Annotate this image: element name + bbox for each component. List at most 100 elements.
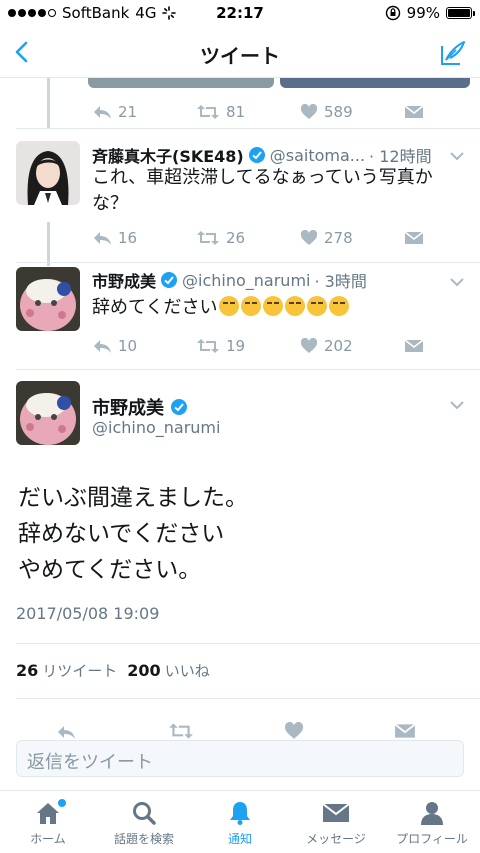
reply-button[interactable]: 10: [92, 337, 196, 355]
envelope-icon: [322, 803, 350, 822]
retweet-icon[interactable]: [168, 722, 194, 740]
media-image[interactable]: [280, 78, 470, 88]
envelope-icon: [404, 231, 424, 244]
tab-label: ホーム: [30, 832, 66, 846]
tweet-header: 斉藤真木子(SKE48) @saitoma... · 12時間: [92, 143, 444, 167]
tweet-stats: 26 リツイート 200 いいね: [16, 660, 210, 681]
retweet-total: 26: [16, 661, 39, 680]
previous-tweet-media: [88, 78, 470, 88]
reply-count: 10: [118, 337, 138, 355]
like-button[interactable]: 278: [300, 229, 404, 247]
heart-icon: [300, 104, 318, 119]
author-handle[interactable]: @ichino_narumi: [92, 418, 220, 437]
verified-icon: [161, 272, 178, 288]
tab-notifications[interactable]: 通知: [192, 791, 288, 853]
reply-icon: [94, 106, 111, 119]
tweet-time: · 12時間: [369, 147, 432, 166]
chevron-down-icon[interactable]: [448, 396, 466, 414]
retweet-label: リツイート: [42, 662, 118, 680]
tweet-text-body: 辞めてください: [92, 297, 218, 318]
like-label: いいね: [164, 662, 210, 680]
reply-count: 21: [118, 103, 138, 121]
retweet-icon: [197, 105, 219, 119]
person-icon: [421, 802, 443, 825]
tweet-actions: 16 26 278: [92, 226, 452, 250]
avatar[interactable]: [16, 141, 80, 205]
like-button[interactable]: 202: [300, 337, 404, 355]
battery-percent: 99%: [406, 4, 440, 22]
tab-label: メッセージ: [306, 832, 366, 846]
focused-tweet-actions: [0, 718, 480, 740]
focused-author-name[interactable]: 市野成美: [92, 394, 188, 420]
status-bar: SoftBank 4G 22:17 99%: [0, 0, 480, 28]
author-name[interactable]: 市野成美: [92, 394, 164, 420]
author-handle[interactable]: @ichino_narumi: [182, 271, 310, 290]
reply-icon: [94, 232, 111, 245]
thread-line: [47, 222, 50, 266]
dm-button[interactable]: [404, 230, 424, 246]
envelope-icon: [404, 339, 424, 352]
retweet-button[interactable]: 19: [196, 337, 300, 355]
nav-bar: ツイート: [0, 28, 480, 78]
tab-messages[interactable]: メッセージ: [288, 791, 384, 853]
reply-icon[interactable]: [56, 724, 76, 740]
tab-bar: ホーム 話題を検索 通知 メッセージ プロフィール: [0, 790, 480, 853]
avatar[interactable]: [16, 267, 80, 331]
envelope-icon: [404, 105, 424, 118]
media-image[interactable]: [88, 78, 274, 88]
retweet-button[interactable]: 26: [196, 229, 300, 247]
tab-search[interactable]: 話題を検索: [96, 791, 192, 853]
crying-face-emoji-icon: [329, 296, 350, 316]
compose-button[interactable]: [434, 34, 472, 72]
dm-button[interactable]: [404, 104, 424, 120]
notification-dot: [57, 799, 66, 807]
like-stat[interactable]: 200 いいね: [127, 660, 209, 681]
bell-icon: [230, 802, 250, 825]
reply-button[interactable]: 21: [92, 103, 196, 121]
divider: [16, 369, 480, 370]
reply-count: 16: [118, 229, 138, 247]
verified-icon: [171, 399, 187, 415]
like-count: 202: [324, 337, 353, 355]
author-name[interactable]: 市野成美: [92, 268, 156, 292]
crying-face-emoji-icon: [241, 296, 262, 316]
orientation-lock-icon: [385, 5, 400, 21]
tweet-actions: 10 19 202: [92, 334, 452, 358]
retweet-button[interactable]: 81: [196, 103, 300, 121]
tweet-text: 辞めてください: [92, 295, 462, 321]
reply-icon: [94, 340, 111, 353]
divider: [16, 698, 480, 699]
avatar[interactable]: [16, 381, 80, 445]
heart-icon: [300, 338, 318, 353]
heart-icon: [300, 230, 318, 245]
reply-input[interactable]: 返信をツイート: [16, 740, 464, 777]
tweet-line: だいぶ間違えました。: [18, 485, 248, 511]
like-total: 200: [127, 661, 161, 680]
tab-profile[interactable]: プロフィール: [384, 791, 480, 853]
tweet[interactable]: 市野成美 @ichino_narumi · 3時間 辞めてください 10 19 …: [0, 263, 480, 369]
envelope-icon[interactable]: [394, 722, 416, 740]
chevron-down-icon[interactable]: [448, 147, 466, 165]
chevron-down-icon[interactable]: [448, 273, 466, 291]
retweet-count: 19: [226, 337, 246, 355]
tweet-time: · 3時間: [314, 272, 367, 291]
like-button[interactable]: 589: [300, 103, 404, 121]
home-icon: [37, 803, 59, 824]
retweet-icon: [197, 231, 219, 245]
battery-icon: [446, 7, 475, 19]
retweet-stat[interactable]: 26 リツイート: [16, 660, 117, 681]
tweet[interactable]: 斉藤真木子(SKE48) @saitoma... · 12時間 これ、車超渋滞し…: [0, 129, 480, 262]
heart-icon[interactable]: [284, 722, 304, 740]
crying-face-emoji-icon: [219, 296, 240, 316]
crying-face-emoji-icon: [307, 296, 328, 316]
search-icon: [133, 802, 156, 825]
author-handle[interactable]: @saitoma...: [270, 146, 365, 165]
tab-home[interactable]: ホーム: [0, 791, 96, 853]
tweet-line: 辞めないでください: [18, 521, 225, 547]
dm-button[interactable]: [404, 338, 424, 354]
battery-info: 99%: [385, 4, 475, 22]
author-name[interactable]: 斉藤真木子(SKE48): [92, 143, 244, 167]
tweet-date: 2017/05/08 19:09: [16, 604, 160, 623]
like-count: 278: [324, 229, 353, 247]
reply-button[interactable]: 16: [92, 229, 196, 247]
